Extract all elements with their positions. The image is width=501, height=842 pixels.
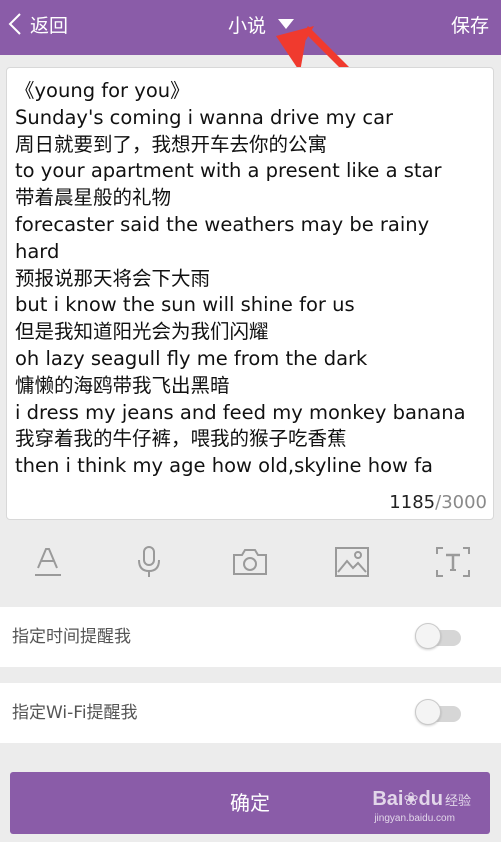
microphone-icon [138,546,160,577]
save-button[interactable]: 保存 [451,8,489,40]
toggle-knob [415,699,441,725]
voice-input-button[interactable] [129,542,169,582]
text-line: 《young for you》 [15,79,190,102]
image-icon [335,547,369,577]
text-line: but i know the sun will shine for us [15,293,355,317]
character-limit: 3000 [441,492,487,513]
wifi-reminder-row[interactable]: 指定Wi-Fi提醒我 [0,683,501,743]
text-line: to your apartment with a present like a … [15,159,442,183]
text-line: 预报说那天将会下大雨 [15,266,211,290]
note-editor[interactable]: 《young for you》 Sunday's coming i wanna … [6,67,494,520]
text-recognition-button[interactable] [433,542,473,582]
text-line: 周日就要到了，我想开车去你的公寓 [15,132,328,156]
wifi-reminder-label: 指定Wi-Fi提醒我 [12,703,138,723]
wifi-reminder-toggle[interactable] [415,699,461,725]
note-text[interactable]: 《young for you》 Sunday's coming i wanna … [15,78,485,480]
watermark-cn: 经验 [444,793,471,808]
text-line: oh lazy seagull fly me from the dark [15,346,368,370]
back-label: 返回 [30,14,69,37]
camera-icon [233,549,267,575]
time-reminder-label: 指定时间提醒我 [12,627,131,647]
page-title: 小说 [228,14,267,37]
text-recognition-icon [436,547,470,577]
watermark-logo: Bai [372,788,404,810]
time-reminder-toggle[interactable] [415,623,461,649]
chevron-left-icon [8,13,21,35]
editor-toolbar [0,530,501,592]
insert-image-button[interactable] [332,542,372,582]
text-format-button[interactable] [28,542,68,582]
text-format-icon [35,548,61,576]
watermark-url: jingyan.baidu.com [374,813,455,824]
text-line: forecaster said the weathers may be rain… [15,212,430,236]
back-button[interactable]: 返回 [8,8,68,40]
text-line: hard [15,239,60,263]
top-bar: 返回 小说 保存 [0,0,501,55]
paw-icon: ❀ [403,789,419,809]
text-line: 慵懒的海鸥带我飞出黑暗 [15,373,230,397]
character-counter: 1185/3000 [389,492,487,513]
text-line: 我穿着我的牛仔裤，喂我的猴子吃香蕉 [15,427,347,451]
camera-button[interactable] [230,542,270,582]
text-line: 但是我知道阳光会为我们闪耀 [15,320,269,344]
text-line: then i think my age how old,skyline how … [15,454,434,478]
text-line: i dress my jeans and feed my monkey bana… [15,400,466,424]
time-reminder-row[interactable]: 指定时间提醒我 [0,607,501,667]
text-line: Sunday's coming i wanna drive my car [15,105,394,129]
character-count: 1185 [389,492,436,513]
watermark-logo-tail: du [418,788,443,810]
text-line: 带着晨星般的礼物 [15,186,172,210]
baidu-jingyan-watermark: Bai❀du 经验 jingyan.baidu.com [372,788,471,824]
toggle-knob [415,623,441,649]
